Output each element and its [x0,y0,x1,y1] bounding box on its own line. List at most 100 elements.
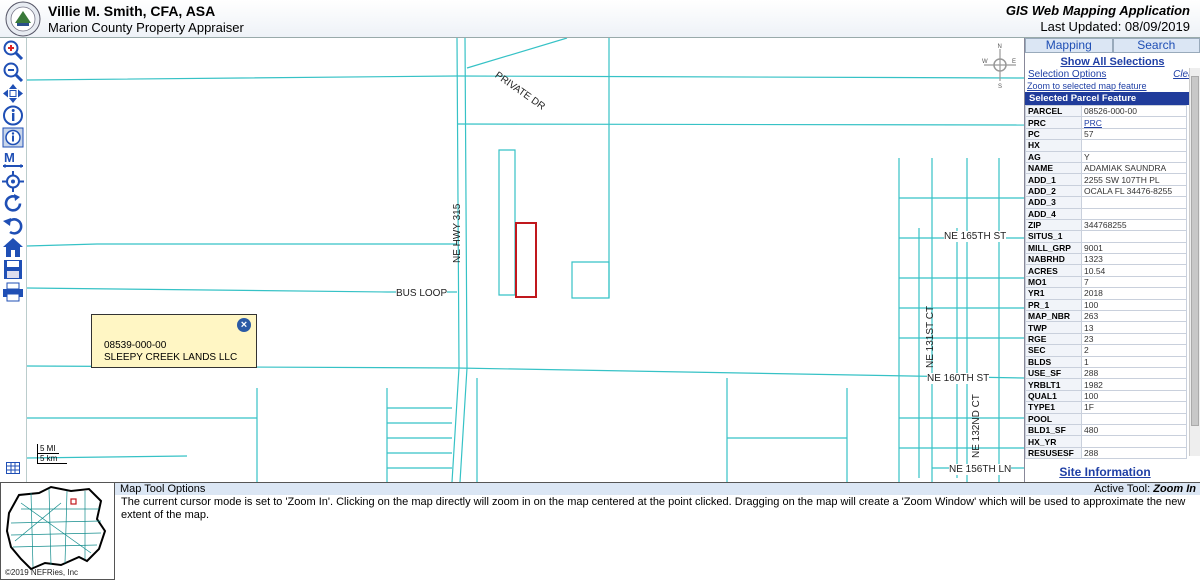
print-icon[interactable] [2,281,24,302]
zoom-out-icon[interactable] [2,61,24,82]
attribute-key: HX [1026,140,1082,151]
attribute-key: USE_SF [1026,367,1082,378]
attribute-value [1082,197,1187,208]
map-toolbar: M [0,38,27,482]
attribute-row: AGY [1026,151,1187,162]
options-header: Map Tool Options Active Tool: Zoom In [115,483,1200,495]
tab-search[interactable]: Search [1113,38,1200,53]
measure-icon[interactable]: M [2,149,24,170]
scale-mi: 5 MI [37,444,59,454]
last-updated: Last Updated: 08/09/2019 [1040,19,1190,34]
org-subtitle: Marion County Property Appraiser [48,20,244,35]
compass-rose: N S E W [982,42,1018,88]
road-label-ne-131st-ct: NE 131ST CT [925,306,936,368]
attribute-value: 1F [1082,402,1187,413]
attribute-value [1082,436,1187,447]
attribute-row: HX [1026,140,1187,151]
panel-scrollbar[interactable] [1189,68,1200,456]
scale-km: 5 km [37,454,67,464]
attribute-row: POOL [1026,413,1187,424]
overview-map-image: ©2019 NEFRies, Inc [1,483,114,579]
info-icon[interactable] [2,127,24,148]
attribute-row: BLD1_SF480 [1026,424,1187,435]
locate-icon[interactable] [2,171,24,192]
attribute-row: MILL_GRP9001 [1026,242,1187,253]
attribute-key: NAME [1026,162,1082,173]
save-icon[interactable] [2,259,24,280]
close-icon[interactable]: × [237,318,251,332]
popup-owner-name: SLEEPY CREEK LANDS LLC [104,352,256,364]
attribute-value: 100 [1082,390,1187,401]
attribute-key: YRBLT1 [1026,379,1082,390]
attribute-key: BLDS [1026,356,1082,367]
attribute-value[interactable]: PRC [1082,117,1187,128]
attribute-row: RESUSESF288 [1026,447,1187,458]
attribute-value: 13 [1082,322,1187,333]
active-tool-value: Zoom In [1153,483,1196,495]
app-title: GIS Web Mapping Application [1006,3,1190,18]
road-label-ne-132nd-ct: NE 132ND CT [971,394,982,458]
zoom-to-feature-link[interactable]: Zoom to selected map feature [1025,81,1200,91]
attribute-row: ZIP344768255 [1026,219,1187,230]
map-tool-options: Map Tool Options Active Tool: Zoom In Th… [115,482,1200,580]
attribute-key: YR1 [1026,288,1082,299]
attribute-row: NABRHD1323 [1026,254,1187,265]
attribute-key: RESUSESF [1026,447,1082,458]
parcel-lines [27,38,1024,482]
road-label-ne-156th-ln: NE 156TH LN [949,464,1011,475]
table-icon[interactable] [6,462,20,474]
refresh-icon[interactable] [2,193,24,214]
compass-s: S [998,84,1002,88]
attribute-key: ADD_2 [1026,185,1082,196]
compass-n: N [998,44,1002,50]
attribute-row: SEC2 [1026,345,1187,356]
home-icon[interactable] [2,237,24,258]
attribute-value: 1323 [1082,254,1187,265]
site-information-link[interactable]: Site Information [1025,465,1185,479]
attribute-key: MO1 [1026,276,1082,287]
attribute-value: 263 [1082,311,1187,322]
compass-e: E [1012,59,1016,65]
attribute-value: 480 [1082,424,1187,435]
attribute-key: SEC [1026,345,1082,356]
show-all-selections-link[interactable]: Show All Selections [1025,56,1200,68]
attribute-row: TWP13 [1026,322,1187,333]
attribute-row: RGE23 [1026,333,1187,344]
tab-mapping[interactable]: Mapping [1025,38,1113,53]
attribute-value: 2 [1082,345,1187,356]
pan-icon[interactable] [2,83,24,104]
attribute-row: YR12018 [1026,288,1187,299]
map-canvas[interactable]: PRIVATE DR NE HWY 315 BUS LOOP NE 165TH … [27,38,1024,482]
scrollbar-thumb[interactable] [1191,76,1199,426]
attribute-row: PC57 [1026,128,1187,139]
attribute-key: AG [1026,151,1082,162]
attribute-value: 57 [1082,128,1187,139]
attribute-key: TWP [1026,322,1082,333]
attribute-row: SITUS_1 [1026,231,1187,242]
attribute-row: PR_1100 [1026,299,1187,310]
attribute-value: 10.54 [1082,265,1187,276]
selection-row: Selection Options Clear [1025,68,1200,81]
attribute-row: YRBLT11982 [1026,379,1187,390]
attribute-row: MAP_NBR263 [1026,311,1187,322]
compass-w: W [982,59,988,65]
back-icon[interactable] [2,215,24,236]
right-panel: Mapping Search Show All Selections Selec… [1024,38,1200,482]
attribute-key: PR_1 [1026,299,1082,310]
attribute-value: 288 [1082,447,1187,458]
identify-icon[interactable] [2,105,24,126]
attribute-row: ADD_12255 SW 107TH PL [1026,174,1187,185]
attribute-key: ADD_4 [1026,208,1082,219]
attribute-row: QUAL1100 [1026,390,1187,401]
svg-text:M: M [4,150,15,165]
zoom-in-icon[interactable] [2,39,24,60]
attribute-row: BLDS1 [1026,356,1187,367]
selection-options-link[interactable]: Selection Options [1028,69,1106,80]
attribute-value: 7 [1082,276,1187,287]
attribute-value: 23 [1082,333,1187,344]
attribute-value: 1982 [1082,379,1187,390]
attribute-value: 100 [1082,299,1187,310]
attribute-value: ADAMIAK SAUNDRA [1082,162,1187,173]
attribute-key: SITUS_1 [1026,231,1082,242]
overview-map[interactable]: ©2019 NEFRies, Inc [0,482,115,580]
